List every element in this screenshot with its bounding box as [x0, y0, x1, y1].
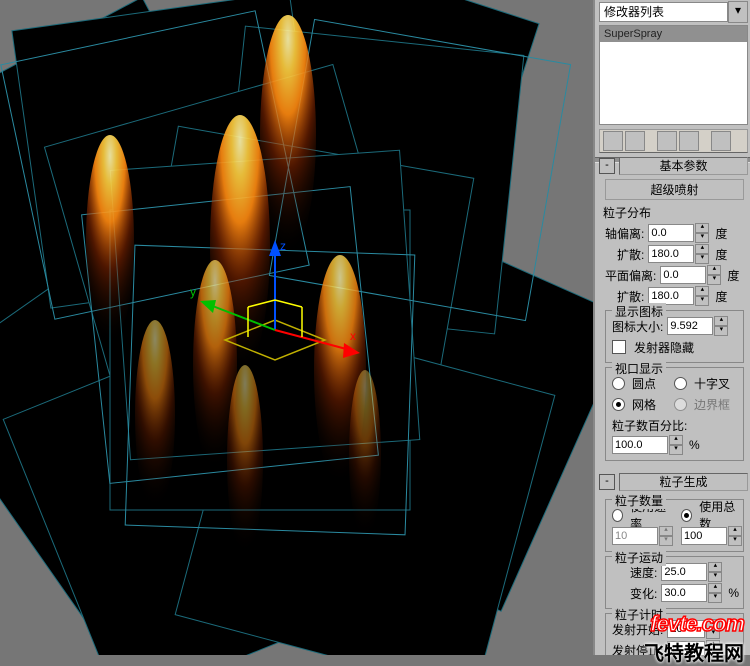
icon-size-label: 图标大小:	[612, 318, 663, 335]
bbox-radio[interactable]	[674, 398, 687, 411]
rollout-collapse-icon[interactable]: -	[599, 158, 615, 174]
plane-deviation-spinner[interactable]: 0.0 ▴▾	[660, 265, 721, 285]
quantity-group-title: 粒子数量	[612, 492, 666, 509]
mesh-radio[interactable]	[612, 398, 625, 411]
svg-text:y: y	[190, 285, 196, 299]
axis-deviation-spinner[interactable]: 0.0 ▴▾	[648, 223, 709, 243]
hide-emitter-label: 发射器隐藏	[634, 339, 694, 356]
particle-pct-spinner[interactable]: 100.0 ▴▾	[612, 435, 683, 455]
use-total-radio[interactable]	[681, 509, 692, 522]
svg-text:x: x	[350, 329, 356, 343]
rollout-basic-title[interactable]: 基本参数	[619, 157, 748, 175]
pin-stack-icon[interactable]	[603, 131, 623, 151]
spread1-label: 扩散:	[617, 246, 644, 263]
total-spinner[interactable]: 100 ▴▾	[681, 526, 742, 546]
dropdown-arrow-icon[interactable]: ▾	[728, 1, 748, 23]
rollout-collapse-icon[interactable]: -	[599, 474, 615, 490]
modifier-list-dropdown[interactable]: 修改器列表 ▾	[599, 2, 748, 22]
speed-spinner[interactable]: 25.0 ▴▾	[661, 562, 722, 582]
viewport[interactable]: z y x	[0, 0, 593, 655]
modifier-list-label: 修改器列表	[599, 2, 728, 22]
configure-sets-icon[interactable]	[711, 131, 731, 151]
modifier-stack[interactable]: SuperSpray	[599, 25, 748, 125]
viewport-display-group-title: 视口显示	[612, 360, 666, 377]
use-rate-radio[interactable]	[612, 509, 623, 522]
emit-stop-label: 发射停止:	[612, 642, 663, 656]
variation-label: 变化:	[630, 585, 657, 602]
modify-panel: 修改器列表 ▾ SuperSpray - 基本参数 超级喷射 粒子分布 轴偏离:…	[593, 0, 750, 655]
emit-start-label: 发射开始:	[612, 621, 663, 638]
particle-distribution-label: 粒子分布	[603, 204, 744, 221]
emit-start-spinner[interactable]: 10 ▴▾	[667, 619, 720, 639]
speed-label: 速度:	[630, 564, 657, 581]
display-icon-group-title: 显示图标	[612, 303, 666, 320]
emit-stop-spinner[interactable]: 11 ▴▾	[667, 640, 720, 655]
viewport-canvas: z y x	[0, 0, 593, 655]
dot-radio[interactable]	[612, 377, 625, 390]
spread2-label: 扩散:	[617, 288, 644, 305]
svg-text:z: z	[280, 239, 286, 253]
hide-emitter-checkbox[interactable]	[612, 340, 626, 354]
remove-modifier-icon[interactable]	[679, 131, 699, 151]
timing-group-title: 粒子计时	[612, 606, 666, 623]
icon-size-spinner[interactable]: 9.592 ▴▾	[667, 316, 728, 336]
variation-spinner[interactable]: 30.0 ▴▾	[661, 583, 722, 603]
cross-radio[interactable]	[674, 377, 687, 390]
modifier-stack-item[interactable]: SuperSpray	[600, 26, 747, 42]
superspray-label: 超级喷射	[605, 179, 744, 200]
spread1-spinner[interactable]: 180.0 ▴▾	[648, 244, 709, 264]
plane-deviation-label: 平面偏离:	[605, 267, 656, 284]
axis-deviation-label: 轴偏离:	[605, 225, 644, 242]
motion-group-title: 粒子运动	[612, 549, 666, 566]
modifier-stack-toolbar	[599, 129, 748, 153]
make-unique-icon[interactable]	[657, 131, 677, 151]
particle-pct-label: 粒子数百分比:	[612, 417, 739, 434]
rollout-gen-title[interactable]: 粒子生成	[619, 473, 748, 491]
show-end-result-icon[interactable]	[625, 131, 645, 151]
rollout-scroll-area[interactable]: - 基本参数 超级喷射 粒子分布 轴偏离: 0.0 ▴▾ 度 扩散: 180.0…	[595, 155, 750, 655]
rate-spinner: 10 ▴▾	[612, 526, 673, 546]
